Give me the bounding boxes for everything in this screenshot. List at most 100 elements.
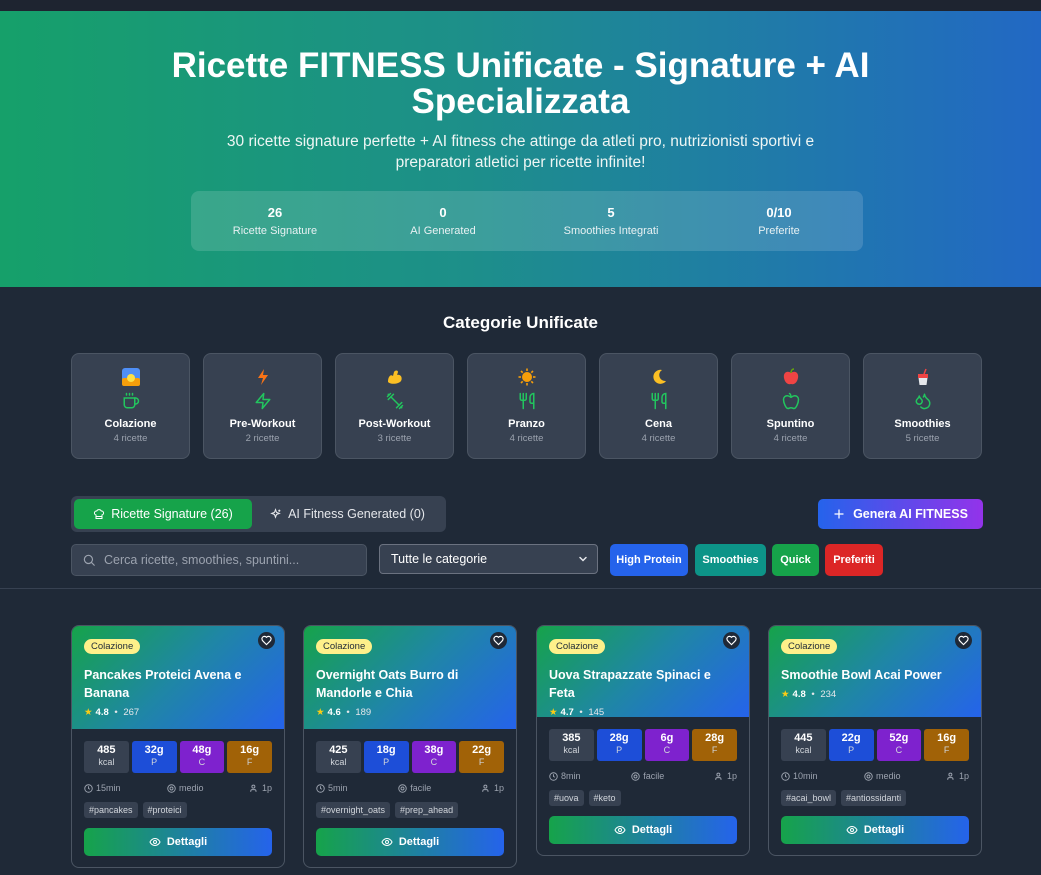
recipe-tag[interactable]: #proteici xyxy=(142,802,187,818)
category-card-smoothies[interactable]: Smoothies 5 ricette xyxy=(863,353,982,459)
kcal-label: kcal xyxy=(330,757,347,767)
category-card-colazione[interactable]: Colazione 4 ricette xyxy=(71,353,190,459)
plus-icon xyxy=(834,509,844,519)
category-name: Smoothies xyxy=(894,418,951,430)
kcal-value: 445 xyxy=(794,732,813,744)
users-icon xyxy=(250,784,257,792)
recipe-tag[interactable]: #overnight_oats xyxy=(316,802,391,818)
recipe-tag[interactable]: #acai_bowl xyxy=(781,790,837,806)
stat-value: 5 xyxy=(607,205,615,220)
servings-info: 1p xyxy=(715,771,737,781)
category-card-post-workout[interactable]: Post-Workout 3 ricette xyxy=(335,353,454,459)
servings-info: 1p xyxy=(482,783,504,793)
tab-ai-generated[interactable]: AI Fitness Generated (0) xyxy=(258,499,436,529)
target-icon xyxy=(864,771,873,781)
apple-icon xyxy=(732,390,849,412)
protein-label: P xyxy=(848,745,855,755)
clock-icon xyxy=(549,771,558,781)
recipe-card[interactable]: Colazione Overnight Oats Burro di Mandor… xyxy=(303,625,517,868)
cup-with-straw-icon xyxy=(864,368,981,388)
time-info: 10min xyxy=(781,771,818,781)
kcal-value: 485 xyxy=(97,744,116,756)
recipe-rating: ★ 4.7 • 145 xyxy=(549,707,737,718)
recipe-card[interactable]: Colazione Pancakes Proteici Avena e Bana… xyxy=(71,625,285,868)
star-icon: ★ xyxy=(549,707,558,718)
eye-icon xyxy=(381,837,393,847)
zap-icon xyxy=(204,390,321,412)
chevron-down-icon xyxy=(579,556,587,562)
carbs-value: 38g xyxy=(424,744,444,756)
kcal-label: kcal xyxy=(98,757,115,767)
recipe-tag[interactable]: #keto xyxy=(588,790,621,806)
details-button[interactable]: Dettagli xyxy=(781,816,969,844)
stat-value: 0 xyxy=(439,205,447,220)
recipe-tag[interactable]: #pancakes xyxy=(84,802,138,818)
fat-label: F xyxy=(246,757,253,767)
category-name: Pre-Workout xyxy=(229,418,296,430)
carbs-label: C xyxy=(895,745,903,755)
category-card-pre-workout[interactable]: Pre-Workout 2 ricette xyxy=(203,353,322,459)
page-title: Ricette FITNESS Unificate - Signature + … xyxy=(171,46,870,121)
rating-value: 4.8 xyxy=(792,689,806,700)
macro-row: 445 kcal 22g P 52g C 16g F xyxy=(781,729,969,761)
recipe-meta: 10min medio 1p xyxy=(781,771,969,781)
details-button[interactable]: Dettagli xyxy=(316,828,504,856)
category-count: 4 ricette xyxy=(641,433,676,444)
time-value: 15min xyxy=(96,783,121,793)
clock-icon xyxy=(316,783,325,793)
target-icon xyxy=(631,771,640,781)
time-info: 5min xyxy=(316,783,348,793)
heart-icon[interactable] xyxy=(490,632,507,649)
heart-icon[interactable] xyxy=(955,632,972,649)
category-card-spuntino[interactable]: Spuntino 4 ricette xyxy=(731,353,850,459)
carbs-label: C xyxy=(198,757,206,767)
chef-hat-icon xyxy=(94,509,105,519)
macro-fat: 28g F xyxy=(692,729,737,761)
eye-icon xyxy=(149,837,161,847)
eye-icon xyxy=(846,825,858,835)
category-badge: Colazione xyxy=(84,639,141,654)
recipe-card-body: 425 kcal 18g P 38g C 22g F 5min facile 1p #o… xyxy=(304,729,516,867)
recipe-rating: ★ 4.6 • 189 xyxy=(316,707,504,718)
sunrise-icon xyxy=(72,368,189,388)
sun-icon xyxy=(468,368,585,388)
recipe-meta: 5min facile 1p xyxy=(316,783,504,793)
details-label: Dettagli xyxy=(863,824,905,836)
category-grid: Colazione 4 ricette Pre-Workout 2 ricett… xyxy=(71,353,982,459)
stat-value: 0/10 xyxy=(766,205,792,220)
recipe-tag[interactable]: #uova xyxy=(549,790,584,806)
generate-ai-button[interactable]: Genera AI FITNESS xyxy=(818,499,983,529)
macro-carbs: 48g C xyxy=(179,741,225,773)
category-card-pranzo[interactable]: Pranzo 4 ricette xyxy=(467,353,586,459)
filter-chip-preferiti[interactable]: Preferiti xyxy=(825,544,883,576)
tab-signature[interactable]: Ricette Signature (26) xyxy=(74,499,252,529)
recipe-card-header: Colazione Uova Strapazzate Spinaci e Fet… xyxy=(537,626,749,718)
filter-chip-smoothies[interactable]: Smoothies xyxy=(695,544,766,576)
recipe-tabs: Ricette Signature (26) AI Fitness Genera… xyxy=(71,496,446,532)
filter-chip-quick[interactable]: Quick xyxy=(772,544,819,576)
recipe-title: Overnight Oats Burro di Mandorle e Chia xyxy=(316,668,459,700)
flexed-biceps-icon xyxy=(336,368,453,388)
difficulty-info: facile xyxy=(398,783,431,793)
category-select[interactable]: Tutte le categorie xyxy=(379,544,598,574)
heart-icon[interactable] xyxy=(258,632,275,649)
protein-value: 18g xyxy=(376,744,396,756)
recipe-card[interactable]: Colazione Smoothie Bowl Acai Power ★ 4.8… xyxy=(768,625,982,856)
macro-carbs: 6g C xyxy=(644,729,690,761)
fat-label: F xyxy=(943,745,950,755)
heart-icon[interactable] xyxy=(723,632,740,649)
recipe-card[interactable]: Colazione Uova Strapazzate Spinaci e Fet… xyxy=(536,625,750,856)
kcal-value: 385 xyxy=(562,732,581,744)
search-input[interactable] xyxy=(104,553,354,567)
coffee-icon xyxy=(72,390,189,412)
recipe-tag[interactable]: #prep_ahead xyxy=(395,802,459,818)
utensils-icon xyxy=(600,390,717,412)
category-card-cena[interactable]: Cena 4 ricette xyxy=(599,353,718,459)
recipe-card-body: 385 kcal 28g P 6g C 28g F 8min facile 1p #uo… xyxy=(537,717,749,855)
time-info: 15min xyxy=(84,783,121,793)
recipe-tags: #acai_bowl #antiossidanti xyxy=(781,790,969,806)
details-button[interactable]: Dettagli xyxy=(549,816,737,844)
filter-chip-high-protein[interactable]: High Protein xyxy=(610,544,688,576)
recipe-tag[interactable]: #antiossidanti xyxy=(841,790,907,806)
details-button[interactable]: Dettagli xyxy=(84,828,272,856)
